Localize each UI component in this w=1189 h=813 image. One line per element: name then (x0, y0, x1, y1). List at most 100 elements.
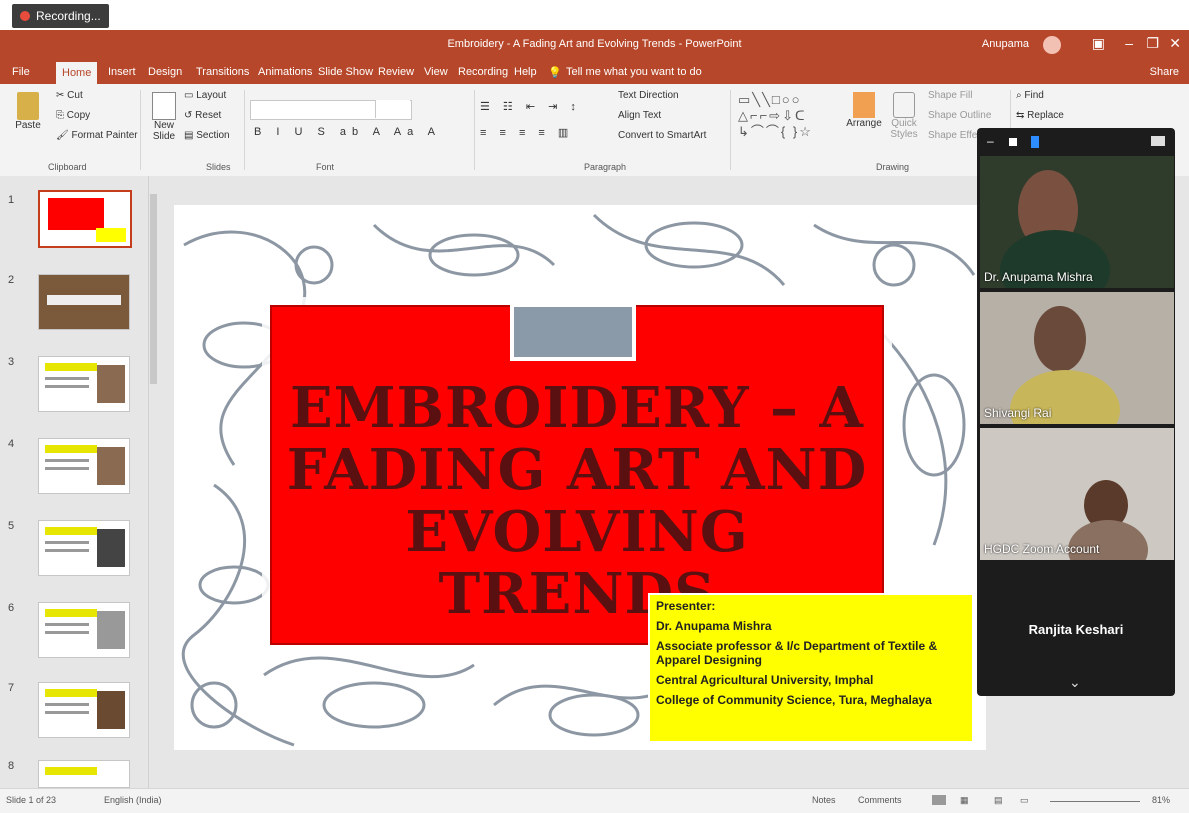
title-bar: Embroidery - A Fading Art and Evolving T… (0, 30, 1189, 60)
speaker-view-icon[interactable] (1031, 136, 1039, 148)
minimize-icon[interactable]: – (1125, 35, 1133, 51)
slide-sorter-icon[interactable]: ▦ (960, 795, 969, 806)
lightbulb-icon: 💡 (548, 67, 562, 79)
normal-view-icon[interactable] (932, 795, 946, 805)
slides-group-label: Slides (206, 162, 231, 172)
font-format-buttons[interactable]: B I U S ab A Aa A (254, 126, 441, 138)
reset-button[interactable]: ↺ Reset (184, 110, 221, 121)
slide-title[interactable]: EMBROIDERY – A FADING ART AND EVOLVING T… (272, 377, 882, 625)
close-icon[interactable]: ✕ (1169, 35, 1181, 52)
copy-icon: ⎘ (56, 110, 67, 121)
scrollbar-thumb[interactable] (150, 194, 157, 384)
divider (474, 90, 475, 170)
participant-video[interactable]: Dr. Anupama Mishra (980, 156, 1174, 288)
slide-1[interactable]: EMBROIDERY – A FADING ART AND EVOLVING T… (174, 205, 986, 750)
language-indicator[interactable]: English (India) (104, 795, 162, 805)
cut-button[interactable]: ✂ Cut (56, 90, 83, 101)
tab-help[interactable]: Help (514, 66, 537, 78)
slideshow-icon[interactable]: ▭ (1020, 795, 1029, 806)
section-button[interactable]: ▤ Section (184, 130, 230, 141)
reset-icon: ↺ (184, 110, 196, 121)
shape-fill-button[interactable]: Shape Fill (928, 90, 972, 101)
reading-view-icon[interactable]: ▤ (994, 795, 1003, 806)
maximize-icon[interactable]: ❐ (1146, 35, 1159, 52)
tell-me-box[interactable]: Tell me what you want to do (566, 66, 702, 78)
notes-button[interactable]: Notes (812, 795, 836, 805)
comments-button[interactable]: Comments (858, 795, 902, 805)
gallery-view-icon[interactable] (1151, 136, 1165, 146)
new-slide-button[interactable]: New Slide (146, 92, 182, 142)
scissors-icon: ✂ (56, 90, 68, 101)
ribbon-display-icon[interactable]: ▣ (1092, 35, 1105, 52)
tab-home[interactable]: Home (56, 62, 98, 84)
tab-design[interactable]: Design (148, 66, 182, 78)
tab-insert[interactable]: Insert (108, 66, 136, 78)
presenter-university: Central Agricultural University, Imphal (656, 673, 874, 687)
format-painter-label: Format Painter (71, 130, 138, 141)
shape-outline-button[interactable]: Shape Outline (928, 110, 991, 121)
bullets-buttons[interactable]: ☰ ☷ ⇤ ⇥ ↕ (480, 100, 581, 113)
font-size-box[interactable] (375, 100, 410, 118)
zoom-video-panel: – Dr. Anupama Mishra Shivangi Rai HGDC Z… (977, 128, 1175, 696)
shapes-gallery[interactable]: ▭╲╲□○○ △⌐⌐⇨⇩ᑕ ↳⌒⌒{ }☆ (738, 92, 813, 140)
tab-recording[interactable]: Recording (458, 66, 508, 78)
arrange-button[interactable]: Arrange (846, 92, 882, 129)
recording-icon (20, 11, 30, 21)
slide-thumbnails-panel: 1 2 3 4 5 6 7 8 (0, 176, 160, 788)
slide-thumbnail[interactable] (38, 520, 130, 576)
tab-view[interactable]: View (424, 66, 448, 78)
presenter-box[interactable]: Presenter: Dr. Anupama Mishra Associate … (648, 593, 974, 743)
thumb-title-bar (45, 767, 97, 775)
thumb-text-line (45, 377, 89, 380)
paste-button[interactable]: Paste (8, 92, 48, 131)
zoom-level[interactable]: 81% (1152, 795, 1170, 805)
participant-video[interactable]: Shivangi Rai (980, 292, 1174, 424)
tab-animations[interactable]: Animations (258, 66, 312, 78)
tab-review[interactable]: Review (378, 66, 414, 78)
thumbnail-number: 2 (8, 274, 15, 286)
minimize-icon[interactable]: – (987, 134, 994, 148)
tab-slide-show[interactable]: Slide Show (318, 66, 373, 78)
divider (730, 90, 731, 170)
participant-name-only[interactable]: Ranjita Keshari (977, 622, 1175, 637)
view-icon[interactable] (1009, 138, 1017, 146)
arrange-icon (853, 92, 875, 118)
smartart-button[interactable]: Convert to SmartArt (618, 130, 706, 141)
zoom-panel-header: – (977, 128, 1175, 156)
text-direction-button[interactable]: Text Direction (618, 90, 679, 101)
presenter-name: Dr. Anupama Mishra (656, 619, 772, 633)
slide-thumbnail[interactable] (38, 760, 130, 788)
share-button[interactable]: Share (1150, 66, 1179, 78)
recording-label: Recording... (36, 9, 101, 23)
recording-indicator[interactable]: Recording... (12, 4, 109, 28)
thumb-image (97, 365, 125, 403)
cut-label: Cut (67, 90, 83, 101)
slide-thumbnail[interactable] (38, 438, 130, 494)
thumbnails-scrollbar[interactable] (148, 176, 159, 788)
copy-label: Copy (66, 110, 91, 121)
slide-thumbnail[interactable] (38, 602, 130, 658)
user-name[interactable]: Anupama (982, 38, 1029, 50)
slide-thumbnail[interactable] (38, 682, 130, 738)
thumb-title-bar (45, 527, 97, 535)
replace-button[interactable]: ⇆ Replace (1016, 110, 1064, 121)
quick-styles-button[interactable]: Quick Styles (884, 92, 924, 140)
find-button[interactable]: ⌕ Find (1016, 90, 1044, 101)
format-painter-button[interactable]: 🖌 Format Painter (56, 130, 138, 141)
zoom-slider[interactable] (1050, 801, 1140, 802)
presenter-heading: Presenter: (656, 599, 716, 613)
slide-thumbnail[interactable] (38, 190, 132, 248)
grey-tab-shape[interactable] (510, 303, 636, 361)
alignment-buttons[interactable]: ≡ ≡ ≡ ≡ ▥ (480, 126, 573, 139)
tab-file[interactable]: File (12, 66, 30, 78)
avatar[interactable] (1043, 36, 1061, 54)
copy-button[interactable]: ⎘ Copy (56, 110, 90, 121)
chevron-down-icon[interactable]: ⌄ (1069, 674, 1081, 691)
slide-thumbnail[interactable] (38, 274, 130, 330)
align-text-button[interactable]: Align Text (618, 110, 661, 121)
slide-thumbnail[interactable] (38, 356, 130, 412)
thumbnail-number: 4 (8, 438, 15, 450)
tab-transitions[interactable]: Transitions (196, 66, 249, 78)
layout-button[interactable]: ▭ Layout (184, 90, 226, 101)
participant-video[interactable]: HGDC Zoom Account (980, 428, 1174, 560)
